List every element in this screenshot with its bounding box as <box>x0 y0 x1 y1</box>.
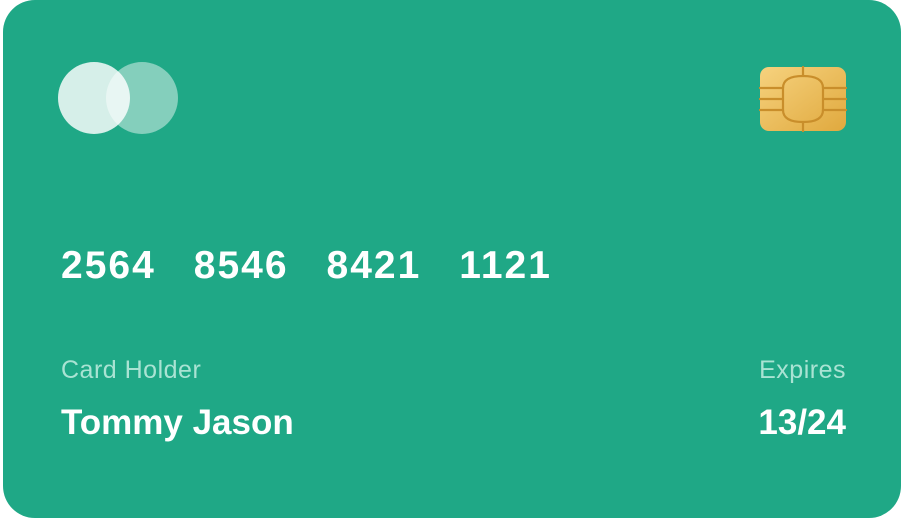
expires-value: 13/24 <box>758 403 846 442</box>
card-number-group-1: 2564 <box>61 244 156 287</box>
card-number-group-4: 1121 <box>459 244 552 287</box>
card-number: 2564 8546 8421 1121 <box>61 244 552 288</box>
chip-icon <box>759 66 847 132</box>
card-holder-label: Card Holder <box>61 356 202 384</box>
card-number-group-3: 8421 <box>326 244 422 287</box>
card-brand-logo-icon <box>58 62 178 136</box>
expires-label: Expires <box>759 356 846 384</box>
card-number-group-2: 8546 <box>193 244 289 287</box>
card-holder-name: Tommy Jason <box>61 403 294 442</box>
credit-card: 2564 8546 8421 1121 Card Holder Tommy Ja… <box>3 0 901 518</box>
logo-right-circle <box>106 62 178 134</box>
